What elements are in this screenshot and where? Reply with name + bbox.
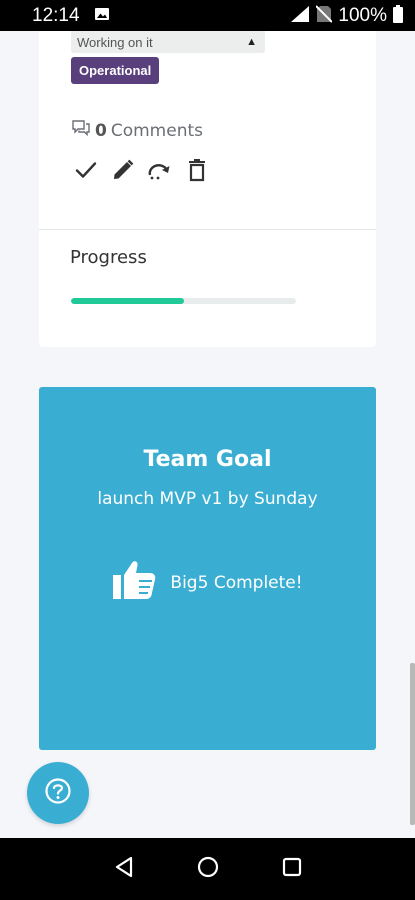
system-nav-bar: [0, 838, 415, 900]
delete-button[interactable]: [184, 159, 210, 185]
forward-button[interactable]: [147, 159, 173, 185]
recents-square-icon: [282, 857, 302, 881]
goal-description: launch MVP v1 by Sunday: [97, 489, 318, 509]
comments-count: 0: [95, 120, 107, 141]
select-arrows-icon: ▲︎: [246, 36, 257, 48]
home-circle-icon: [197, 856, 219, 882]
pencil-icon: [111, 158, 135, 186]
goal-title: Team Goal: [143, 447, 272, 472]
status-select-value: Working on it: [77, 34, 153, 50]
back-triangle-icon: [114, 856, 134, 882]
progress-bar-fill: [71, 298, 184, 304]
redo-icon: [147, 158, 173, 186]
battery-icon: [393, 4, 403, 27]
battery-percent: 100%: [338, 4, 387, 26]
content-area[interactable]: Working on it ▲︎ Operational 0 Comments: [0, 31, 415, 838]
status-left: 12:14: [32, 5, 110, 27]
recents-button[interactable]: [279, 856, 305, 882]
thumbs-up-icon: [112, 559, 158, 606]
progress-label: Progress: [70, 247, 147, 268]
tag-badge[interactable]: Operational: [71, 57, 160, 84]
check-icon: [74, 158, 98, 186]
task-card: Working on it ▲︎ Operational 0 Comments: [39, 31, 376, 347]
edit-button[interactable]: [110, 159, 136, 185]
wifi-signal-icon: [290, 5, 310, 27]
home-button[interactable]: [195, 856, 221, 882]
question-circle-icon: [44, 777, 72, 809]
trash-icon: [186, 158, 208, 186]
goal-status: Big5 Complete!: [39, 559, 376, 606]
team-goal-card: Team Goal launch MVP v1 by Sunday Big5 C…: [39, 387, 376, 750]
comments-icon: [71, 119, 91, 142]
progress-bar: [71, 298, 296, 304]
back-button[interactable]: [111, 856, 137, 882]
no-sim-icon: [315, 4, 334, 27]
status-time: 12:14: [32, 4, 80, 26]
status-select[interactable]: Working on it ▲︎: [71, 31, 265, 53]
image-notification-icon: [94, 6, 110, 26]
complete-button[interactable]: [73, 159, 99, 185]
status-bar: 12:14 100%: [0, 0, 415, 31]
status-right: 100%: [290, 4, 403, 27]
goal-status-text: Big5 Complete!: [170, 572, 303, 593]
comments-label: Comments: [110, 120, 203, 141]
scrollbar[interactable]: [410, 663, 415, 825]
help-button[interactable]: [27, 762, 89, 824]
comments-link[interactable]: 0 Comments: [71, 119, 203, 142]
action-row: [73, 159, 210, 185]
card-divider: [39, 229, 376, 230]
